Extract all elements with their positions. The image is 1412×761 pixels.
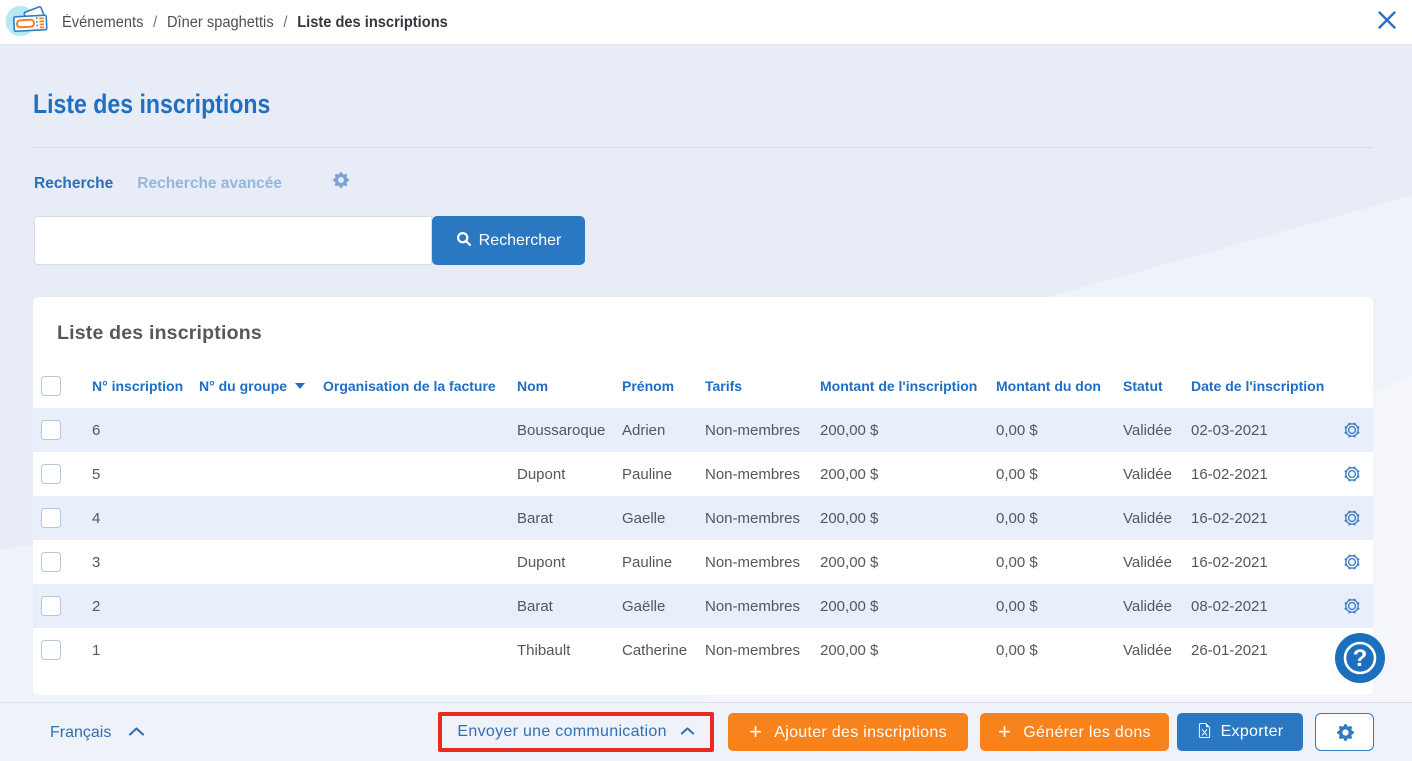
svg-text:?: ?	[1353, 645, 1368, 672]
